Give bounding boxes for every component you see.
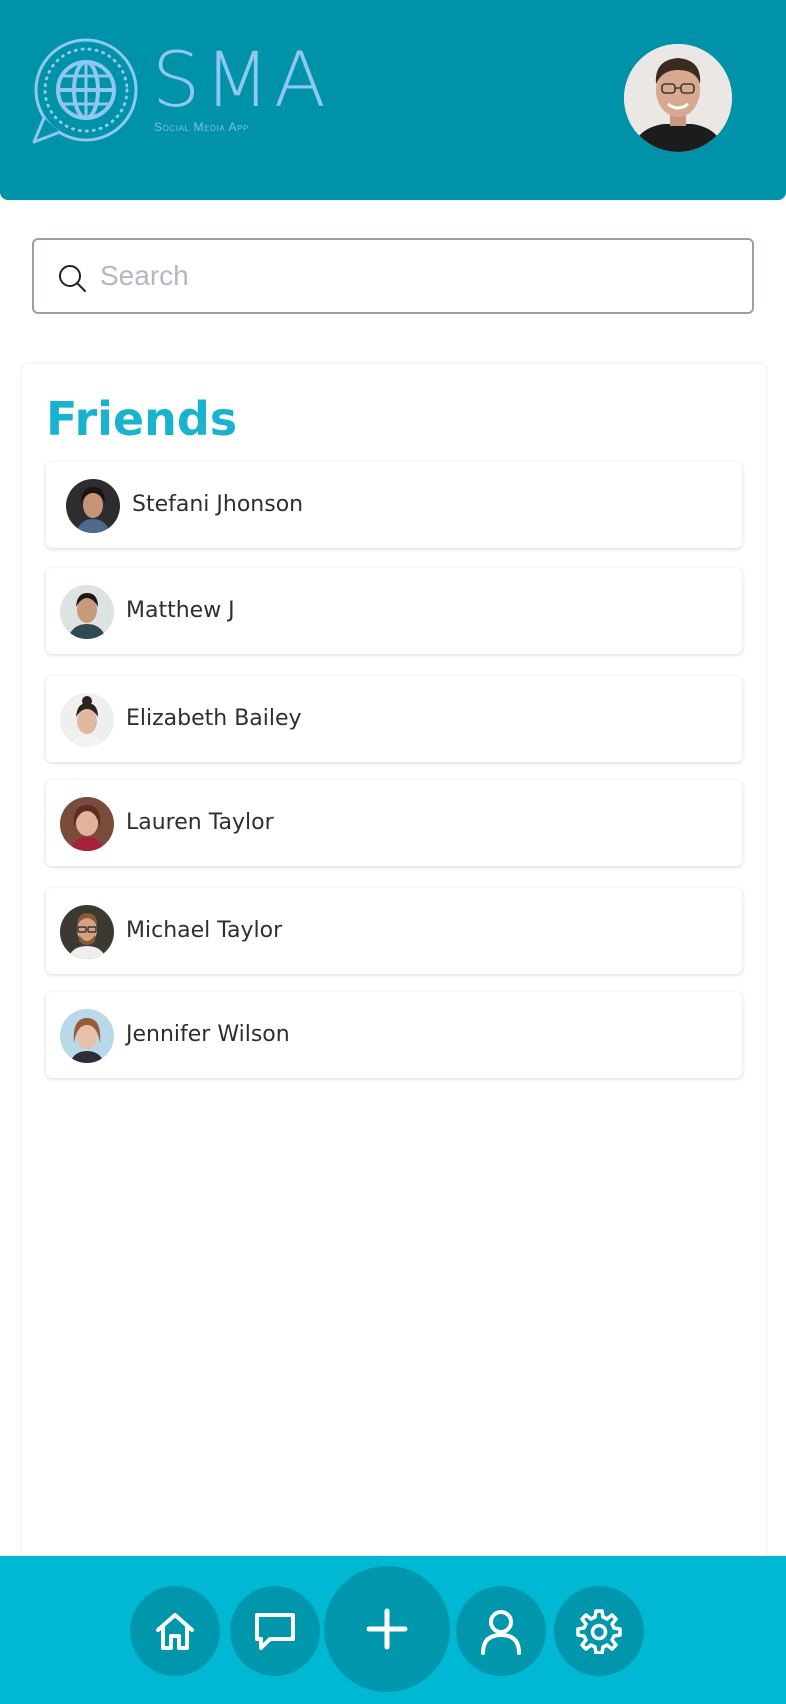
friend-avatar: [60, 693, 114, 747]
logo-subtitle: Social Media App: [154, 120, 249, 134]
friend-item[interactable]: Stefani Jhonson: [46, 462, 742, 548]
friends-page: SMA Social Media App Friends: [0, 0, 786, 1704]
friend-item[interactable]: Lauren Taylor: [46, 780, 742, 866]
nav-create-button[interactable]: [324, 1566, 450, 1692]
friend-name: Matthew J: [126, 598, 235, 623]
friend-item[interactable]: Michael Taylor: [46, 888, 742, 974]
search-input[interactable]: [100, 250, 730, 302]
friend-item[interactable]: Elizabeth Bailey: [46, 676, 742, 762]
friend-name: Jennifer Wilson: [126, 1022, 290, 1047]
nav-settings-button[interactable]: [554, 1586, 644, 1676]
user-avatar: [624, 44, 732, 152]
friend-item[interactable]: Jennifer Wilson: [46, 992, 742, 1078]
friend-avatar: [66, 479, 120, 533]
nav-profile-button[interactable]: [456, 1586, 546, 1676]
friend-avatar: [60, 797, 114, 851]
user-icon: [481, 1610, 521, 1655]
nav-home-button[interactable]: [130, 1586, 220, 1676]
home-icon: [156, 1613, 194, 1650]
friend-name: Elizabeth Bailey: [126, 706, 302, 731]
app-header: SMA Social Media App: [0, 0, 786, 200]
friend-avatar: [60, 905, 114, 959]
chat-icon: [255, 1613, 295, 1650]
globe-chat-icon: [32, 38, 138, 144]
friend-avatar: [60, 585, 114, 639]
gear-icon: [576, 1609, 622, 1654]
bottom-nav: [0, 1556, 786, 1704]
logo-title: SMA: [152, 35, 330, 124]
search-box[interactable]: [32, 238, 754, 314]
friend-avatar: [60, 1009, 114, 1063]
plus-icon: [366, 1608, 408, 1650]
profile-avatar[interactable]: [624, 44, 732, 152]
friend-name: Stefani Jhonson: [132, 492, 304, 517]
friend-name: Michael Taylor: [126, 918, 283, 943]
friends-card: Friends Stefani Jhonson Matthew J Elizab…: [22, 364, 766, 1704]
nav-messages-button[interactable]: [230, 1586, 320, 1676]
friend-name: Lauren Taylor: [126, 810, 274, 835]
search-icon: [59, 265, 86, 292]
friends-title: Friends: [46, 392, 238, 446]
app-logo[interactable]: SMA Social Media App: [30, 38, 350, 148]
friend-item[interactable]: Matthew J: [46, 568, 742, 654]
